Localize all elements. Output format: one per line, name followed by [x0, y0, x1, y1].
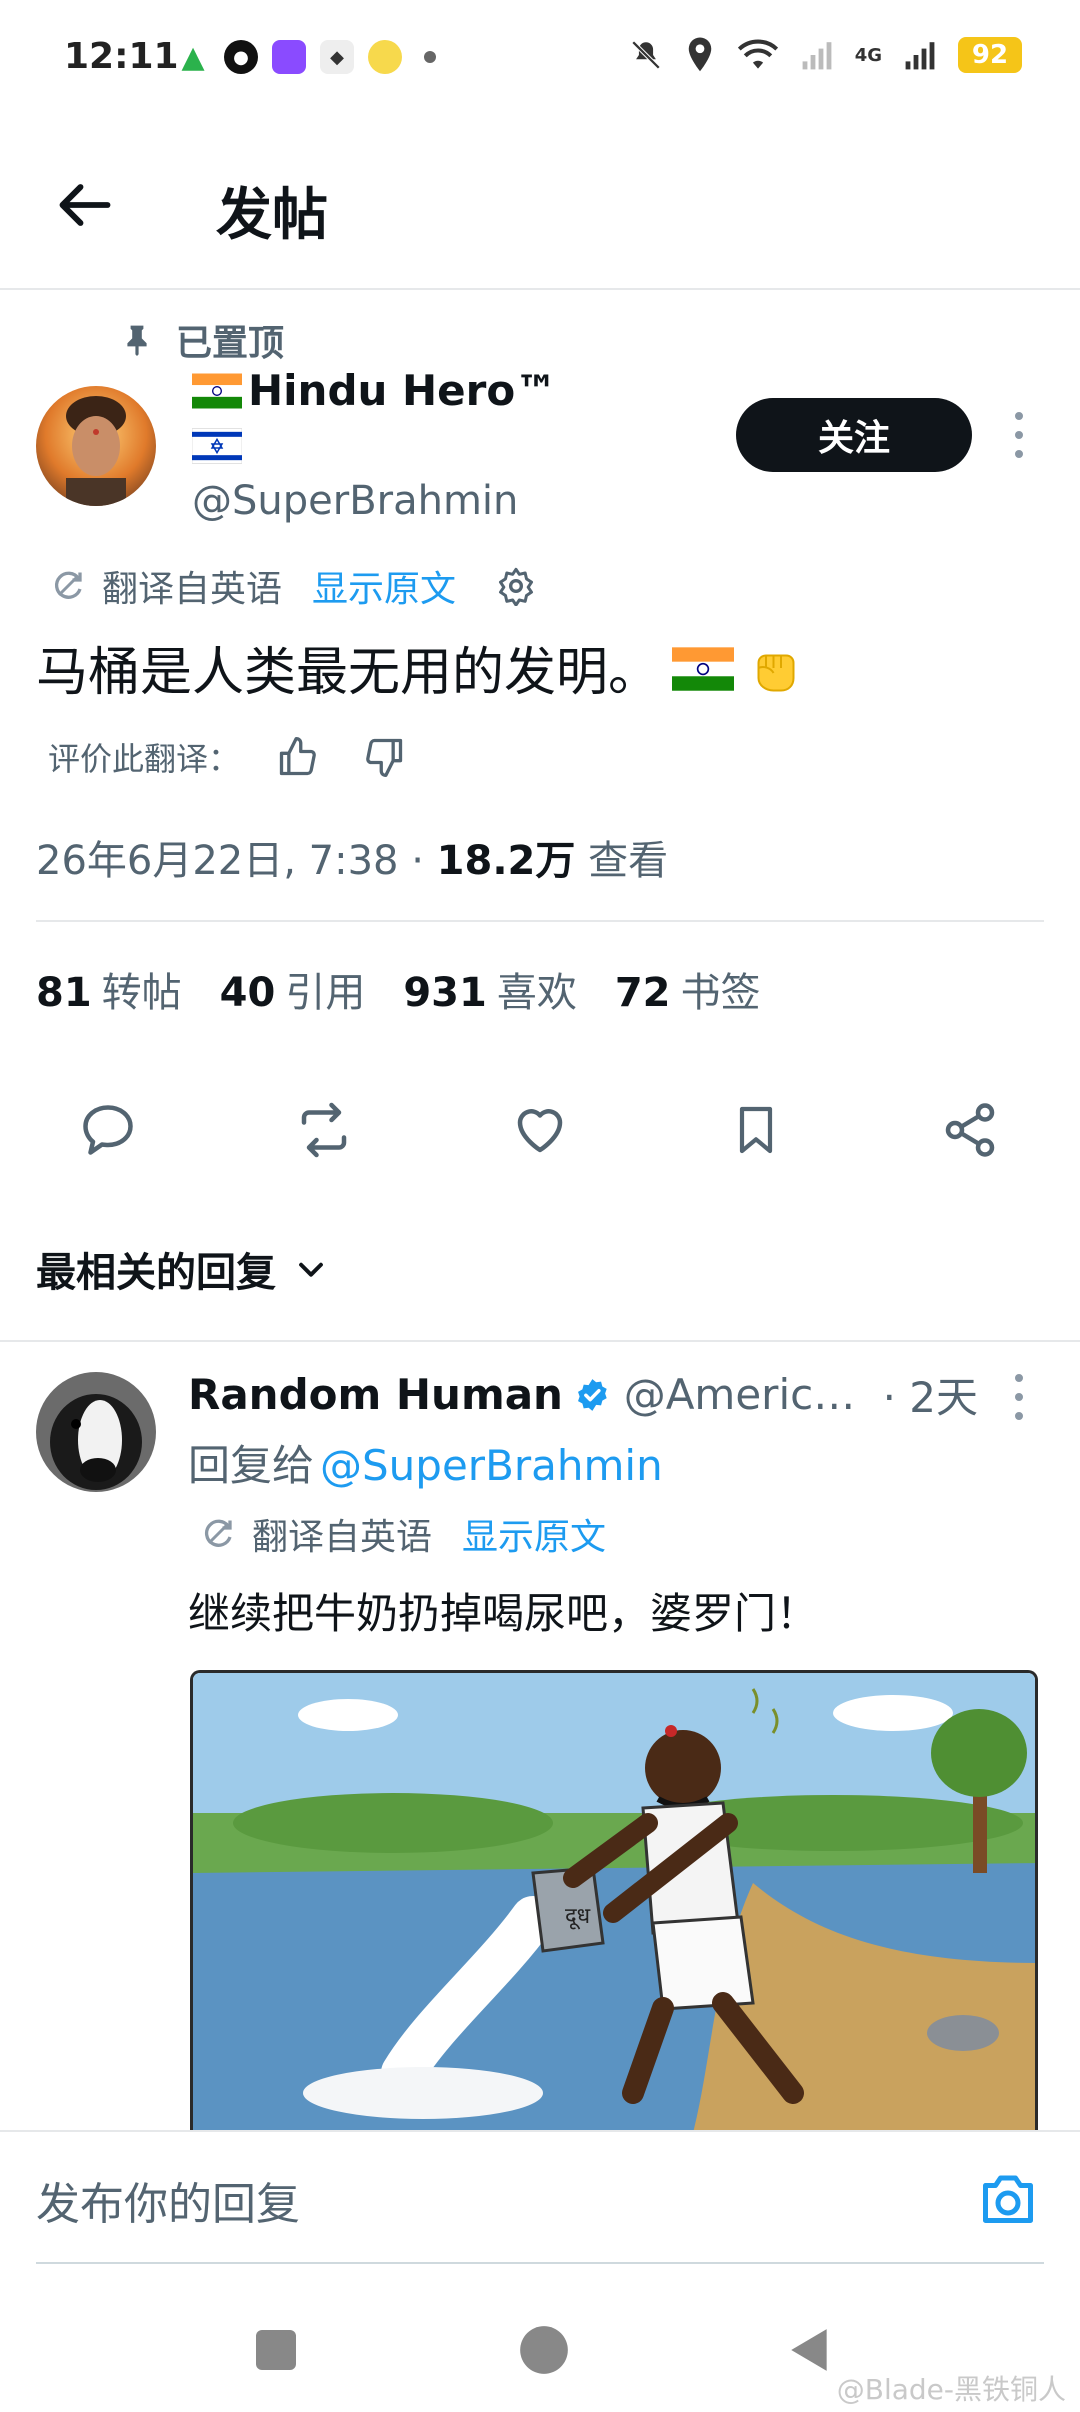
replies-sort-label: 最相关的回复 [36, 1250, 276, 1296]
reply-input[interactable]: 发布你的回复 [36, 2168, 300, 2232]
pin-icon [127, 325, 147, 356]
recents-button[interactable] [246, 2320, 306, 2380]
bookmark-button[interactable] [716, 1090, 796, 1170]
comment-icon [83, 1105, 133, 1155]
page-title: 发帖 [216, 183, 328, 248]
gear-icon[interactable] [496, 566, 536, 606]
fist-emoji-icon [757, 654, 795, 691]
rate-translation-label: 评价此翻译： [48, 740, 241, 778]
triangle-back-icon [791, 2329, 827, 2371]
post-meta: 26年6月22日, 7:38 · 18.2万 查看 [36, 828, 668, 886]
mute-icon [631, 40, 660, 70]
stat-likes[interactable]: 931 喜欢 [403, 960, 577, 1018]
verified-badge-icon [577, 1378, 607, 1411]
rate-translation-row: 评价此翻译： [48, 734, 406, 780]
reply-to-handle[interactable]: @SuperBrahmin [320, 1441, 663, 1490]
camera-button[interactable] [976, 2166, 1040, 2230]
reply-author-avatar[interactable] [36, 1372, 156, 1492]
india-flag-icon [672, 646, 735, 691]
pinned-indicator: 已置顶 [124, 314, 284, 366]
reply-button[interactable] [68, 1090, 148, 1170]
watermark: @Blade-黑铁铜人 [836, 2373, 1066, 2406]
battery-level: 92 [958, 37, 1022, 73]
reply-more-options-icon[interactable] [1012, 1374, 1026, 1420]
translated-from-label: 翻译自英语 [102, 569, 283, 610]
qq-icon: ● [224, 40, 258, 74]
app-notification-icon: ▲ [181, 39, 205, 75]
location-icon [688, 37, 711, 72]
views-label: 查看 [575, 838, 669, 884]
post-text-row: 马桶是人类最无用的发明。 [36, 630, 806, 705]
stat-quotes[interactable]: 40 引用 [220, 960, 366, 1018]
replies-sort-dropdown[interactable]: 最相关的回复 [36, 1240, 328, 1298]
author-name-text: Hindu Hero™ [248, 366, 558, 415]
arrow-left-icon [59, 184, 111, 226]
chevron-down-icon [299, 1262, 323, 1277]
pinned-label: 已置顶 [176, 323, 285, 364]
reply-translation-row: 翻译自英语 显示原文 [200, 1508, 606, 1560]
top-app-bar: 发帖 [0, 130, 1080, 290]
bucket-label: दूध [565, 1904, 591, 1930]
status-right: 4G 92 [629, 36, 1022, 74]
post-text: 马桶是人类最无用的发明。 [36, 643, 661, 703]
reply-author-name[interactable]: Random Human [188, 1370, 563, 1419]
more-notifications-dot [424, 51, 436, 63]
compose-divider [36, 2262, 1044, 2264]
post-translation-row: 翻译自英语 显示原文 [50, 560, 536, 612]
app-notification-icon [272, 40, 306, 74]
wifi-icon [737, 39, 778, 69]
network-type: 4G [854, 44, 882, 66]
signal-icon [905, 42, 935, 70]
reply-compose-bar: 发布你的回复 [0, 2130, 1080, 2270]
post-more-options-icon[interactable] [1012, 412, 1026, 458]
india-flag-icon [192, 373, 242, 408]
share-icon [945, 1103, 995, 1157]
home-button[interactable] [514, 2320, 574, 2380]
bookmark-icon [739, 1106, 773, 1154]
divider [0, 1340, 1080, 1342]
share-button[interactable] [930, 1090, 1010, 1170]
camera-icon [983, 2175, 1033, 2223]
divider [36, 920, 1044, 922]
stat-reposts[interactable]: 81 转帖 [36, 960, 182, 1018]
follow-button[interactable]: 关注 [736, 398, 972, 472]
circle-icon [520, 2326, 568, 2374]
app-notification-icon [368, 40, 402, 74]
post-stats: 81 转帖 40 引用 931 喜欢 72 书签 [36, 960, 761, 1018]
translate-icon [204, 1519, 232, 1547]
author-handle[interactable]: @SuperBrahmin [192, 478, 518, 524]
reply-author-handle[interactable]: @America1... [624, 1370, 869, 1419]
translate-icon [54, 571, 82, 599]
show-original-link[interactable]: 显示原文 [312, 560, 456, 612]
back-button[interactable] [52, 172, 118, 238]
stat-bookmarks[interactable]: 72 书签 [615, 960, 761, 1018]
signal-icon [802, 42, 832, 70]
reply-header: Random Human @America1... · 2天 [188, 1364, 978, 1425]
post-timestamp: 26年6月22日, 7:38 · [36, 838, 437, 884]
author-avatar[interactable] [36, 386, 156, 506]
back-nav-button[interactable] [780, 2320, 840, 2380]
reply-to-label: 回复给 [188, 1441, 315, 1490]
show-original-link[interactable]: 显示原文 [462, 1508, 606, 1560]
notification-icons: ▲ ● ◆ [176, 39, 436, 75]
view-count: 18.2万 [436, 838, 576, 884]
thumbs-down-icon[interactable] [362, 735, 406, 779]
translated-from-label: 翻译自英语 [252, 1517, 433, 1558]
like-button[interactable] [500, 1090, 580, 1170]
repost-icon [301, 1102, 347, 1158]
status-time: 12:11 [64, 36, 179, 77]
reply-to-line: 回复给 @SuperBrahmin [188, 1432, 663, 1493]
reply-media-image[interactable]: दूध [190, 1670, 1038, 2130]
reply-time: · 2天 [882, 1373, 978, 1422]
repost-button[interactable] [284, 1090, 364, 1170]
israel-flag-icon [191, 428, 243, 468]
heart-icon [517, 1109, 563, 1153]
thumbs-up-icon[interactable] [276, 735, 320, 779]
status-bar: 12:11 ▲ ● ◆ 4G 92 [0, 0, 1080, 120]
post-actions [0, 1090, 1080, 1170]
square-icon [256, 2330, 296, 2370]
reply-text: 继续把牛奶扔掉喝尿吧，婆罗门！ [188, 1589, 819, 1638]
author-name[interactable]: Hindu Hero™ [192, 366, 557, 415]
app-notification-icon: ◆ [320, 40, 354, 74]
